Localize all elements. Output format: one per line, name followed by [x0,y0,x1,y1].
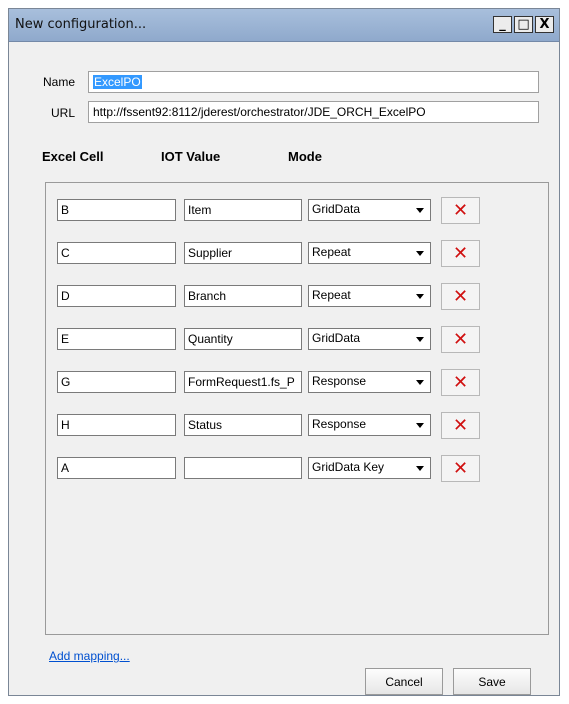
chevron-down-icon[interactable] [411,373,429,391]
iot-value-column-header: IOT Value [161,149,221,164]
mode-value: GridData [312,202,361,216]
delete-x-icon: ✕ [452,329,469,350]
delete-x-icon: ✕ [452,415,469,436]
name-value: ExcelPO [93,75,142,89]
mapping-row: B Item GridData ✕ [46,197,548,224]
mapping-row: E Quantity GridData ✕ [46,326,548,353]
chevron-down-icon[interactable] [411,330,429,348]
window-title: New configuration... [15,17,147,32]
mapping-row: A GridData Key ✕ [46,455,548,482]
mode-value: GridData Key [312,460,385,474]
delete-mapping-button[interactable]: ✕ [441,283,480,310]
iot-value-input[interactable]: Quantity [184,328,302,350]
mode-dropdown[interactable]: GridData [308,328,431,350]
mode-dropdown[interactable]: GridData [308,199,431,221]
name-field[interactable]: ExcelPO [88,71,539,93]
delete-x-icon: ✕ [452,286,469,307]
delete-mapping-button[interactable]: ✕ [441,455,480,482]
add-mapping-link[interactable]: Add mapping... [49,649,130,663]
save-button[interactable]: Save [453,668,531,695]
close-button[interactable]: X [535,16,554,33]
delete-x-icon: ✕ [452,200,469,221]
chevron-down-icon[interactable] [411,287,429,305]
chevron-down-icon[interactable] [411,459,429,477]
iot-value-input[interactable]: Item [184,199,302,221]
mapping-row: H Status Response ✕ [46,412,548,439]
delete-x-icon: ✕ [452,458,469,479]
mappings-panel: B Item GridData ✕ C Supplier Repeat ✕ D … [45,182,549,635]
excel-cell-input[interactable]: A [57,457,176,479]
delete-x-icon: ✕ [452,243,469,264]
title-bar[interactable]: New configuration... _ □ X [9,9,559,42]
mode-value: Response [312,417,367,431]
delete-mapping-button[interactable]: ✕ [441,369,480,396]
chevron-down-icon[interactable] [411,416,429,434]
iot-value-input[interactable]: Supplier [184,242,302,264]
delete-mapping-button[interactable]: ✕ [441,326,480,353]
mapping-row: D Branch Repeat ✕ [46,283,548,310]
chevron-down-icon[interactable] [411,201,429,219]
excel-cell-input[interactable]: B [57,199,176,221]
chevron-down-icon[interactable] [411,244,429,262]
mode-value: Repeat [312,288,351,302]
excel-cell-input[interactable]: D [57,285,176,307]
delete-x-icon: ✕ [452,372,469,393]
iot-value-input[interactable]: FormRequest1.fs_P [184,371,302,393]
iot-value-input[interactable] [184,457,302,479]
mode-dropdown[interactable]: Response [308,414,431,436]
cancel-button[interactable]: Cancel [365,668,443,695]
delete-mapping-button[interactable]: ✕ [441,240,480,267]
excel-cell-column-header: Excel Cell [42,149,104,164]
mode-dropdown[interactable]: Repeat [308,285,431,307]
mode-value: Repeat [312,245,351,259]
iot-value-input[interactable]: Branch [184,285,302,307]
url-label: URL [51,106,76,120]
name-label: Name [43,75,76,89]
excel-cell-input[interactable]: E [57,328,176,350]
mode-column-header: Mode [288,149,322,164]
mode-dropdown[interactable]: Repeat [308,242,431,264]
maximize-button[interactable]: □ [514,16,533,33]
mode-value: GridData [312,331,361,345]
mode-value: Response [312,374,367,388]
iot-value-input[interactable]: Status [184,414,302,436]
mapping-row: C Supplier Repeat ✕ [46,240,548,267]
minimize-button[interactable]: _ [493,16,512,33]
mode-dropdown[interactable]: GridData Key [308,457,431,479]
delete-mapping-button[interactable]: ✕ [441,412,480,439]
dialog-window: New configuration... _ □ X Name ExcelPO … [8,8,560,696]
excel-cell-input[interactable]: C [57,242,176,264]
mode-dropdown[interactable]: Response [308,371,431,393]
excel-cell-input[interactable]: G [57,371,176,393]
url-field[interactable]: http://fssent92:8112/jderest/orchestrato… [88,101,539,123]
mapping-row: G FormRequest1.fs_P Response ✕ [46,369,548,396]
excel-cell-input[interactable]: H [57,414,176,436]
delete-mapping-button[interactable]: ✕ [441,197,480,224]
